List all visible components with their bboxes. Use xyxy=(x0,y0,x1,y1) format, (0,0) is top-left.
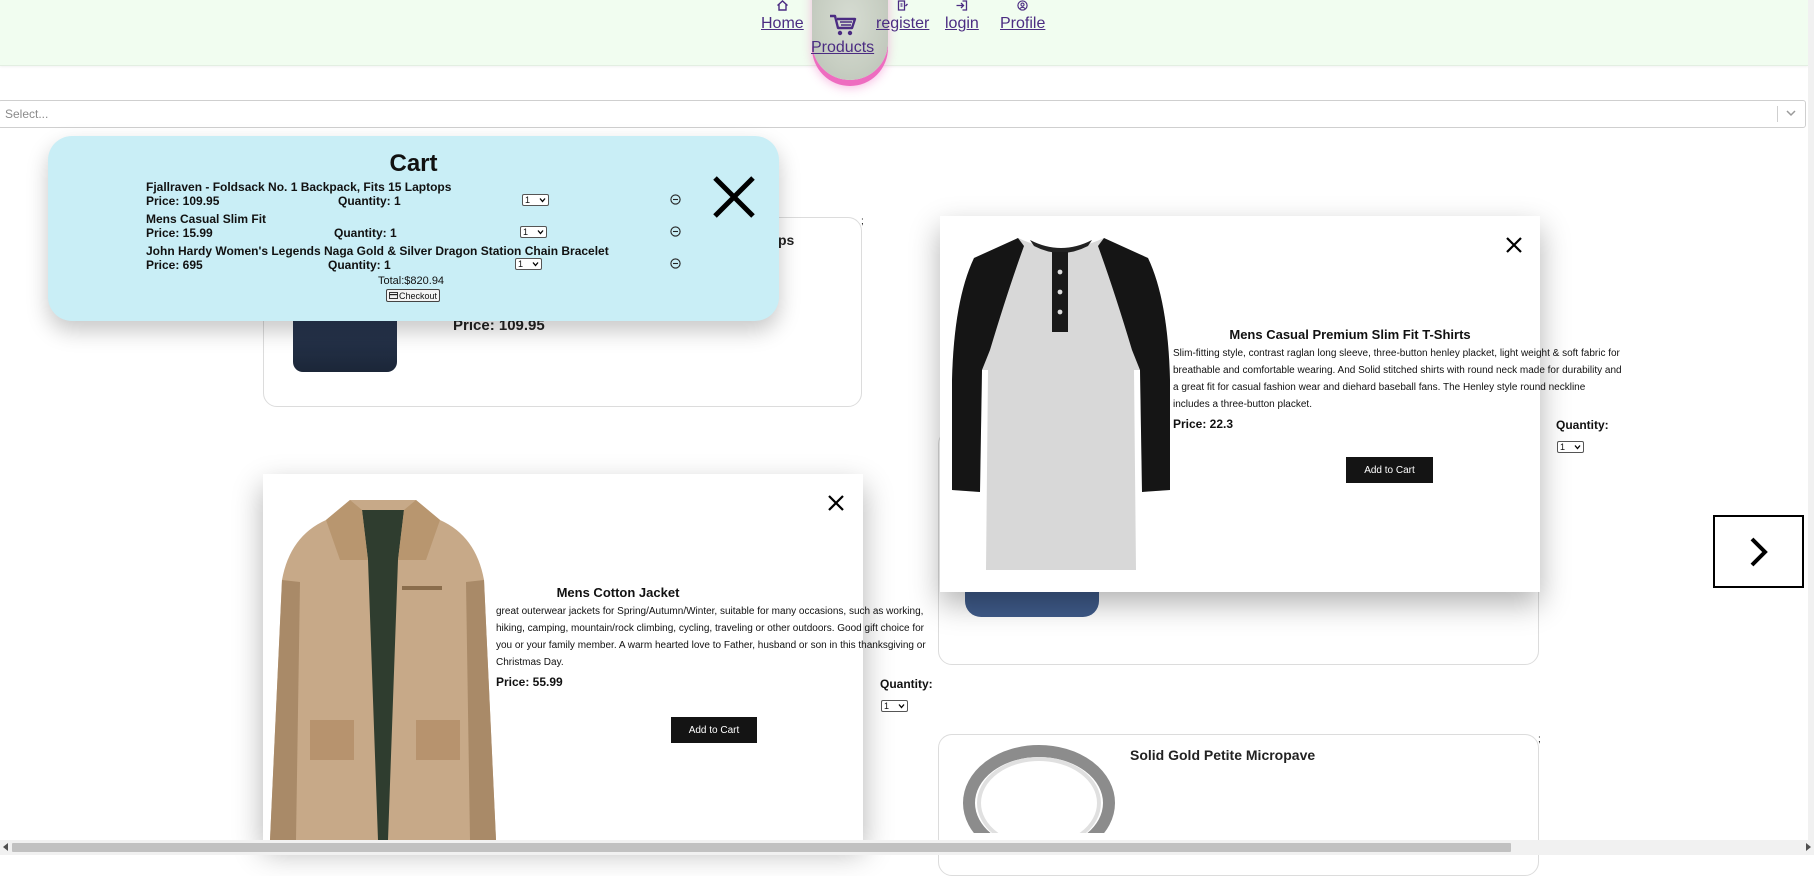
nav-register[interactable]: register xyxy=(876,0,929,33)
cart-item-name: John Hardy Women's Legends Naga Gold & S… xyxy=(146,244,609,258)
cart-item-price: Price: 15.99 xyxy=(146,226,213,240)
quantity-label: Quantity: xyxy=(1556,418,1609,432)
quantity-select-value: 1 xyxy=(884,700,890,711)
quantity-select-value: 1 xyxy=(1560,441,1566,452)
close-icon[interactable] xyxy=(825,492,847,514)
quantity-label: Quantity: xyxy=(880,677,933,691)
modal-description: great outerwear jackets for Spring/Autum… xyxy=(496,606,926,668)
add-to-cart-button[interactable]: Add to Cart xyxy=(671,717,757,743)
quantity-select[interactable]: 1 xyxy=(881,700,908,712)
cart-item-quantity-select[interactable]: 1 xyxy=(515,258,542,270)
stray-semicolon: ; xyxy=(1538,734,1541,745)
nav-profile-label: Profile xyxy=(1000,15,1046,32)
scroll-left-icon[interactable] xyxy=(3,843,8,851)
cart-item-name: Mens Casual Slim Fit xyxy=(146,212,267,226)
chevron-down-icon xyxy=(539,198,546,203)
carousel-next-button[interactable] xyxy=(1713,515,1804,588)
register-icon xyxy=(898,0,909,11)
modal-title: Mens Casual Premium Slim Fit T-Shirts xyxy=(1229,327,1471,342)
nav-login[interactable]: login xyxy=(945,0,979,33)
cart-item-select-value: 1 xyxy=(523,226,529,237)
profile-icon xyxy=(1017,0,1028,11)
chevron-down-icon xyxy=(537,230,544,235)
checkout-label: Checkout xyxy=(398,290,438,301)
product-card-title: ps xyxy=(778,232,795,248)
checkout-button[interactable]: Checkout xyxy=(386,289,440,302)
product-detail-modal-tshirt: Mens Casual Premium Slim Fit T-Shirts Sl… xyxy=(940,216,1622,592)
cart-item-price: Price: 109.95 xyxy=(146,194,220,208)
modal-title: Mens Cotton Jacket xyxy=(556,585,680,600)
cart-item-quantity-select[interactable]: 1 xyxy=(522,194,549,206)
scrollbar-thumb[interactable] xyxy=(12,843,1511,852)
nav-home-label: Home xyxy=(761,15,804,32)
modal-description: Slim-fitting style, contrast raglan long… xyxy=(1173,348,1622,410)
select-placeholder: Select... xyxy=(5,107,49,121)
cart-item-quantity: Quantity: 1 xyxy=(328,258,391,272)
minus-circle-icon[interactable] xyxy=(670,194,681,205)
scroll-right-icon[interactable] xyxy=(1806,843,1811,851)
cart-item-quantity-select[interactable]: 1 xyxy=(520,226,547,238)
top-navbar: Home Products register login Profile xyxy=(0,0,1808,80)
modal-price: Price: 55.99 xyxy=(496,675,563,689)
vertical-scrollbar[interactable] xyxy=(1808,0,1814,840)
cart-item-quantity: Quantity: 1 xyxy=(338,194,401,208)
product-image-ring xyxy=(963,745,1115,833)
cart-title: Cart xyxy=(389,150,438,177)
horizontal-scrollbar[interactable] xyxy=(0,840,1814,855)
select-separator xyxy=(1777,106,1778,122)
product-detail-modal-jacket: Mens Cotton Jacket great outerwear jacke… xyxy=(263,474,926,840)
cart-popup: Cart Fjallraven - Foldsack No. 1 Backpac… xyxy=(48,136,779,321)
chevron-down-icon xyxy=(898,704,905,709)
chevron-down-icon xyxy=(532,262,539,267)
cart-item-select-value: 1 xyxy=(525,194,531,205)
chevron-down-icon xyxy=(1574,445,1581,450)
product-image-tshirt-partial xyxy=(965,591,1099,617)
nav-home[interactable]: Home xyxy=(761,0,804,33)
modal-price: Price: 22.3 xyxy=(1173,417,1234,431)
nav-profile[interactable]: Profile xyxy=(1000,0,1045,33)
category-select[interactable]: Select... xyxy=(0,100,1806,128)
cart-icon xyxy=(829,14,856,36)
nav-login-label: login xyxy=(945,15,979,32)
cart-item-name: Fjallraven - Foldsack No. 1 Backpack, Fi… xyxy=(146,180,452,194)
minus-circle-icon[interactable] xyxy=(670,258,681,269)
add-to-cart-button[interactable]: Add to Cart xyxy=(1346,457,1433,483)
credit-card-icon xyxy=(389,292,398,299)
chevron-right-icon xyxy=(1750,537,1768,566)
cart-item-select-value: 1 xyxy=(518,258,524,269)
nav-products[interactable]: Products xyxy=(811,0,874,57)
cart-total: Total:$820.94 xyxy=(378,275,445,287)
nav-register-label: register xyxy=(876,15,930,32)
product-image-jacket xyxy=(270,500,496,840)
close-icon[interactable] xyxy=(1503,234,1525,256)
cart-item-quantity: Quantity: 1 xyxy=(334,226,397,240)
quantity-select[interactable]: 1 xyxy=(1557,441,1584,453)
product-card-title: Solid Gold Petite Micropave xyxy=(1130,747,1316,763)
close-icon[interactable] xyxy=(710,173,758,221)
home-icon xyxy=(776,0,788,11)
login-icon xyxy=(956,0,968,11)
product-image-backpack xyxy=(293,314,397,372)
product-image-tshirt xyxy=(952,238,1170,570)
cart-item-price: Price: 695 xyxy=(146,258,203,272)
minus-circle-icon[interactable] xyxy=(670,226,681,237)
chevron-down-icon[interactable] xyxy=(1784,106,1798,120)
nav-products-label: Products xyxy=(811,39,875,56)
stray-semicolon: ; xyxy=(861,216,864,227)
